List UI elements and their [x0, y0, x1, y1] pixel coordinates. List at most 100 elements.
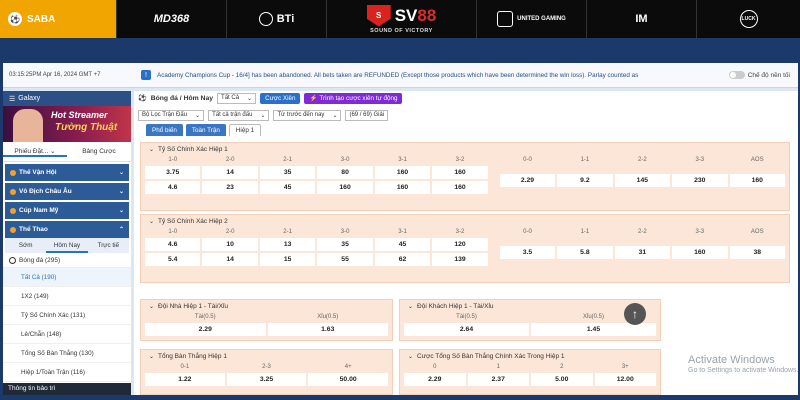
tab-popular[interactable]: Phổ biến — [146, 124, 183, 136]
score-label: 0-0 — [523, 229, 532, 235]
odds-label: 2-3 — [262, 364, 271, 370]
chevron-up-icon: ⌃ — [118, 227, 124, 233]
galaxy-header[interactable]: ☰ Galaxy — [3, 91, 131, 106]
odds-cell[interactable]: 35 — [317, 238, 373, 251]
market-1x2[interactable]: 1X2 (149) — [3, 287, 131, 306]
score-label: 1-0 — [168, 157, 178, 163]
odds-cell[interactable]: 2.29 — [145, 323, 266, 336]
odds-cell[interactable]: 5.8 — [557, 245, 613, 259]
category-sports[interactable]: Thể Thao ⌃ — [5, 221, 129, 238]
tab-bet-list[interactable]: Bảng Cược — [67, 148, 131, 155]
odds-cell[interactable]: 139 — [432, 253, 488, 266]
category-copa[interactable]: Cúp Nam Mỹ ⌄ — [5, 202, 129, 219]
odds-cell[interactable]: 5.00 — [531, 373, 593, 386]
sport-football[interactable]: Bóng đá (295) — [3, 253, 131, 268]
sv88-logo[interactable]: S SV88 SOUND OF VICTORY — [327, 0, 477, 38]
provider-saba[interactable]: ⚽ SABA — [0, 0, 117, 38]
odds-cell[interactable]: 2.29 — [499, 173, 556, 187]
match-filter[interactable]: Bộ Lọc Trận Đấu ⌄ — [138, 109, 205, 121]
odds-cell[interactable]: 5.4 — [145, 253, 201, 266]
odds-cell[interactable]: 15 — [259, 253, 316, 266]
parlay-button[interactable]: Cược Xiên — [260, 92, 301, 104]
promo-banner[interactable]: Hot Streamer Tường Thuật — [3, 106, 131, 142]
market-correct-score[interactable]: Tỷ Số Chính Xác (131) — [3, 306, 131, 325]
market-all[interactable]: Tất Cả (190) — [3, 268, 131, 287]
odds-cell[interactable]: 160 — [432, 181, 488, 194]
odds-cell[interactable]: 12.00 — [594, 373, 656, 386]
odds-cell[interactable]: 3.75 — [145, 166, 201, 179]
odds-label: 4+ — [344, 364, 352, 370]
odds-cell[interactable]: 50.00 — [308, 373, 388, 386]
tab-today[interactable]: Hôm Nay — [46, 238, 88, 253]
united-gaming-icon — [497, 11, 514, 27]
score-label: 1-1 — [580, 157, 590, 163]
market-odd-even[interactable]: Lẻ/Chẵn (148) — [3, 325, 131, 344]
odds-cell[interactable]: 4.6 — [145, 181, 201, 194]
odds-cell[interactable]: 160 — [729, 173, 785, 187]
odds-cell[interactable]: 23 — [202, 181, 258, 194]
time-filter[interactable]: Từ trước đến nay ⌄ — [273, 109, 342, 121]
announcement-icon[interactable]: ! — [141, 70, 151, 80]
panel-correct-score-h2: ⌄ Tỷ Số Chính Xác Hiệp 2 1-0 2-0 2-1 3-0 3-1 3… — [140, 214, 790, 283]
tab-early[interactable]: Sớm — [5, 238, 46, 253]
league-filter[interactable]: (69 / 69) Giải — [345, 109, 389, 121]
odds-cell[interactable]: 160 — [432, 166, 488, 179]
odds-cell[interactable]: 160 — [374, 181, 431, 194]
tab-first-half[interactable]: Hiệp 1 — [228, 124, 262, 136]
odds-cell[interactable]: 31 — [614, 245, 671, 259]
toggle-switch[interactable] — [728, 71, 745, 79]
all-matches-filter[interactable]: Tất cả trận đấu ⌄ — [208, 109, 270, 121]
time-tabs: Sớm Hôm Nay Trực tiế — [5, 238, 129, 253]
provider-united-gaming[interactable]: UNITED GAMING — [477, 0, 587, 38]
tab-bet-slip[interactable]: Phiếu Đặt... ⌄ — [3, 147, 67, 157]
odds-cell[interactable]: 1.45 — [531, 323, 656, 336]
category-olympics[interactable]: Thế Vận Hội ⌄ — [5, 164, 129, 181]
odds-cell[interactable]: 80 — [317, 166, 373, 179]
odds-cell[interactable]: 120 — [432, 238, 488, 251]
odds-cell[interactable]: 9.2 — [557, 173, 613, 187]
odds-cell[interactable]: 35 — [259, 166, 316, 179]
chevron-down-icon: ⌄ — [149, 147, 155, 153]
odds-cell[interactable]: 62 — [374, 253, 431, 266]
provider-md368[interactable]: MD368 — [117, 0, 227, 38]
dark-mode-toggle[interactable]: Chế độ nền tối — [721, 71, 798, 79]
provider-bti[interactable]: BTi — [227, 0, 327, 38]
odds-cell[interactable]: 230 — [672, 173, 728, 187]
wand-icon: ⚡ — [309, 95, 318, 102]
odds-cell[interactable]: 1.63 — [267, 323, 388, 336]
provider-im[interactable]: IM — [587, 0, 697, 38]
odds-cell[interactable]: 10 — [202, 238, 258, 251]
category-euro[interactable]: Vô Địch Châu Âu ⌄ — [5, 183, 129, 200]
panel-total-goals-h1: ⌄ Tổng Bàn Thắng Hiệp 1 0-1 2-3 4+ 1.22 3.25 5… — [140, 349, 393, 395]
odds-cell[interactable]: 2.64 — [404, 323, 529, 336]
odds-cell[interactable]: 38 — [729, 245, 785, 259]
odds-cell[interactable]: 1.22 — [145, 373, 225, 386]
market-ht-ft[interactable]: Hiệp 1/Toàn Trận (116) — [3, 363, 131, 382]
tab-full-time[interactable]: Toàn Trận — [185, 124, 226, 136]
maintenance-info[interactable]: Thông tin bảo trì — [3, 383, 131, 395]
luck-logo-icon: LUCK — [739, 10, 758, 28]
odds-cell[interactable]: 3.25 — [226, 373, 307, 386]
odds-cell[interactable]: 45 — [259, 181, 316, 194]
odds-cell[interactable]: 160 — [317, 181, 373, 194]
odds-cell[interactable]: 4.6 — [145, 238, 201, 251]
odds-cell[interactable]: 3.5 — [499, 245, 556, 259]
odds-cell[interactable]: 145 — [614, 173, 671, 187]
scroll-top-button[interactable]: ↑ — [624, 303, 646, 325]
odds-cell[interactable]: 160 — [672, 245, 728, 259]
score-label: 2-0 — [225, 157, 235, 163]
odds-cell[interactable]: 14 — [202, 253, 258, 266]
odds-cell[interactable]: 2.37 — [467, 373, 529, 386]
tab-live[interactable]: Trực tiế — [88, 238, 129, 253]
odds-cell[interactable]: 160 — [374, 166, 431, 179]
filter-select[interactable]: Tất Cả ⌄ — [217, 92, 257, 104]
provider-luck[interactable]: LUCK — [697, 0, 800, 38]
odds-grid: 0-1 2-3 4+ 1.22 3.25 50.00 — [141, 363, 392, 386]
odds-cell[interactable]: 14 — [202, 166, 258, 179]
market-total-goals[interactable]: Tổng Số Bàn Thắng (130) — [3, 344, 131, 363]
auto-parlay-button[interactable]: ⚡ Trình tạo cược xiên tự động — [304, 92, 403, 104]
odds-cell[interactable]: 55 — [317, 253, 373, 266]
odds-cell[interactable]: 13 — [259, 238, 316, 251]
odds-cell[interactable]: 45 — [374, 238, 431, 251]
odds-cell[interactable]: 2.29 — [404, 373, 466, 386]
